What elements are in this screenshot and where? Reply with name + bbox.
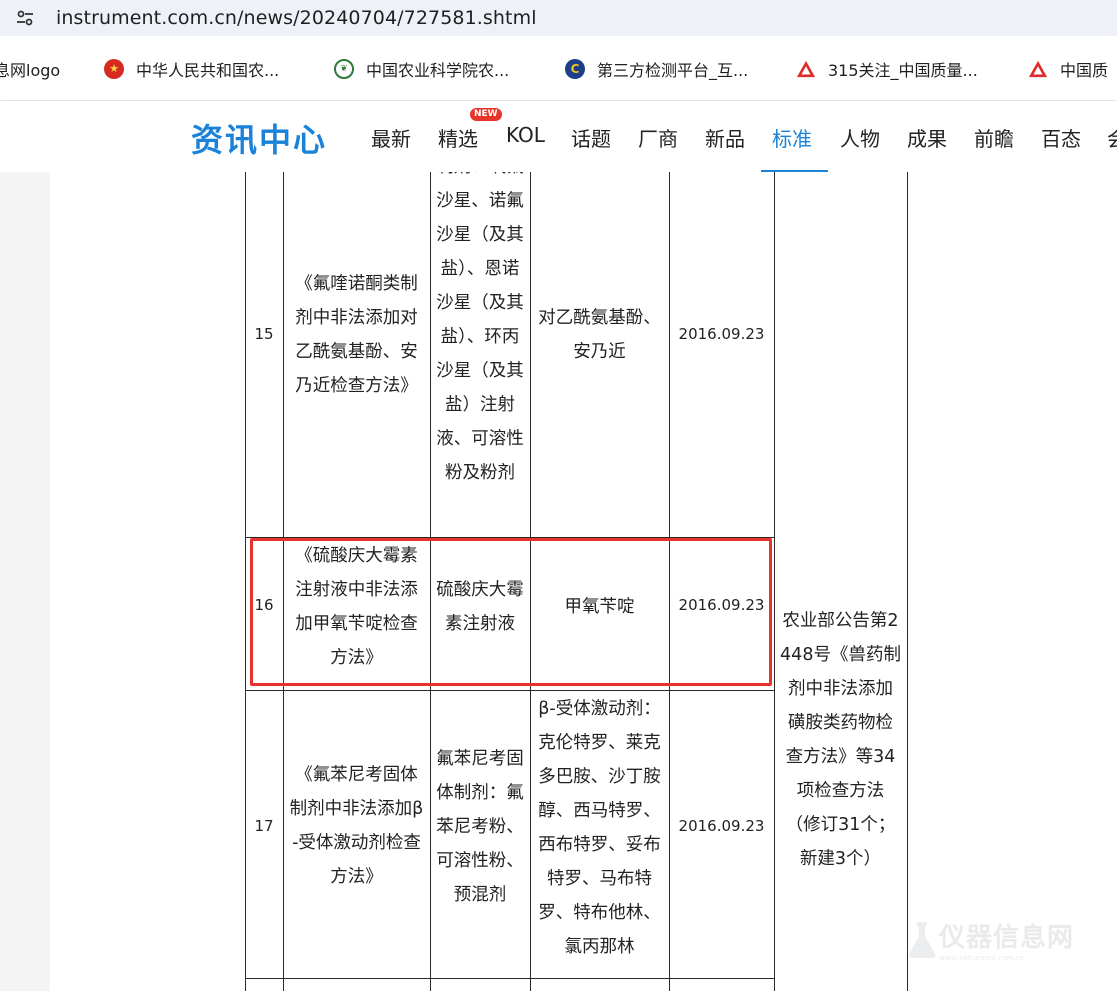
watermark-flask-icon [908,921,936,958]
content-area: 15 《氟喹诺酮类制 剂中非法添加对 乙酰氨基酚、安 乃近检查方法》 制剂：氧氟… [0,172,1117,991]
bookmarks-bar: 息网logo ★ 中华人民共和国农... ❦ 中国农业科学院农... C 第三方… [0,36,1117,101]
caas-logo-icon: ❦ [334,59,354,79]
detected-substance: β-受体激动剂： 克伦特罗、莱克 多巴胺、沙丁胺 醇、西马特罗、 西布特罗、妥布… [538,699,661,957]
bookmark-label: 中国质 [1060,61,1109,80]
nav-item-results[interactable]: 成果 [907,123,947,152]
bookmark-label: 中华人民共和国农... [136,61,280,80]
nav-item-vendors[interactable]: 厂商 [638,123,678,152]
nav-item-new-products[interactable]: 新品 [705,123,745,152]
row-number: 15 [254,325,274,343]
method-name: 《氟苯尼考固体 制剂中非法添加β -受体激动剂检查 方法》 [289,765,424,887]
nav-item-kol[interactable]: KOL [506,123,545,147]
next-row-partial: 盐酸林可霉 [430,978,530,991]
bookmark-item[interactable]: 315关注_中国质量... [796,57,978,81]
row-number: 17 [254,817,274,835]
quality-red-icon [796,59,816,79]
bookmark-item[interactable]: ❦ 中国农业科学院农... [334,57,509,81]
method-name: 《氟喹诺酮类制 剂中非法添加对 乙酰氨基酚、安 乃近检查方法》 [295,274,418,396]
watermark-url: www.instrument.com.cn [939,954,1024,962]
applicable-product: 氟苯尼考固 体制剂：氟 苯尼考粉、 可溶性粉、 预混剂 [436,749,524,905]
bookmark-label: 中国农业科学院农... [366,61,510,80]
nav-item-topics[interactable]: 话题 [571,123,611,152]
site-brand[interactable]: 资讯中心 [191,115,327,161]
bookmark-label: 息网logo [0,61,61,80]
testing-platform-icon: C [565,59,585,79]
bookmark-item[interactable]: ★ 中华人民共和国农... [104,57,279,81]
publish-date: 2016.09.23 [678,817,765,835]
watermark-text: 仪器信息网 [939,923,1075,953]
bookmark-label: 315关注_中国质量... [828,61,978,80]
nav-item-featured[interactable]: 精选 [438,123,478,152]
detected-substance: 对乙酰氨基酚、 安乃近 [538,308,661,362]
url-text[interactable]: instrument.com.cn/news/20240704/727581.s… [56,7,537,29]
quality-red-icon [1028,59,1048,79]
instrument-watermark: 仪器信息网 www.instrument.com.cn [905,917,1074,962]
publish-date: 2016.09.23 [678,325,765,343]
next-row-partial: 《盐酸林可霉素 [283,978,430,991]
bookmark-label: 第三方检测平台_互... [597,61,749,80]
announcement-source: 农业部公告第2 448号《兽药制 剂中非法添加 磺胺类药物检 查方法》等34 项… [780,611,901,869]
national-emblem-icon: ★ [104,59,124,79]
nav-item-lifestyle[interactable]: 百态 [1041,123,1081,152]
nav-item-latest[interactable]: 最新 [371,123,411,152]
bookmark-item[interactable]: 息网logo [0,57,60,81]
bookmark-item[interactable]: C 第三方检测平台_互... [565,57,748,81]
bookmark-item[interactable]: 中国质 [1028,57,1108,81]
highlight-annotation [250,538,772,686]
nav-item-outlook[interactable]: 前瞻 [974,123,1014,152]
site-nav: 资讯中心 最新 精选 NEW KOL 话题 厂商 新品 标准 人物 成果 前瞻 … [0,101,1117,172]
nav-item-meetings[interactable]: 会 [1107,123,1117,152]
address-bar[interactable]: instrument.com.cn/news/20240704/727581.s… [0,0,1117,36]
new-badge: NEW [470,108,502,121]
nav-item-standards[interactable]: 标准 [772,123,812,152]
nav-item-people[interactable]: 人物 [840,123,880,152]
site-settings-icon[interactable] [14,7,36,29]
applicable-product: 制剂：氧氟 沙星、诺氟 沙星（及其 盐）、恩诺 沙星（及其 盐）、环丙 沙星（及… [436,172,524,483]
